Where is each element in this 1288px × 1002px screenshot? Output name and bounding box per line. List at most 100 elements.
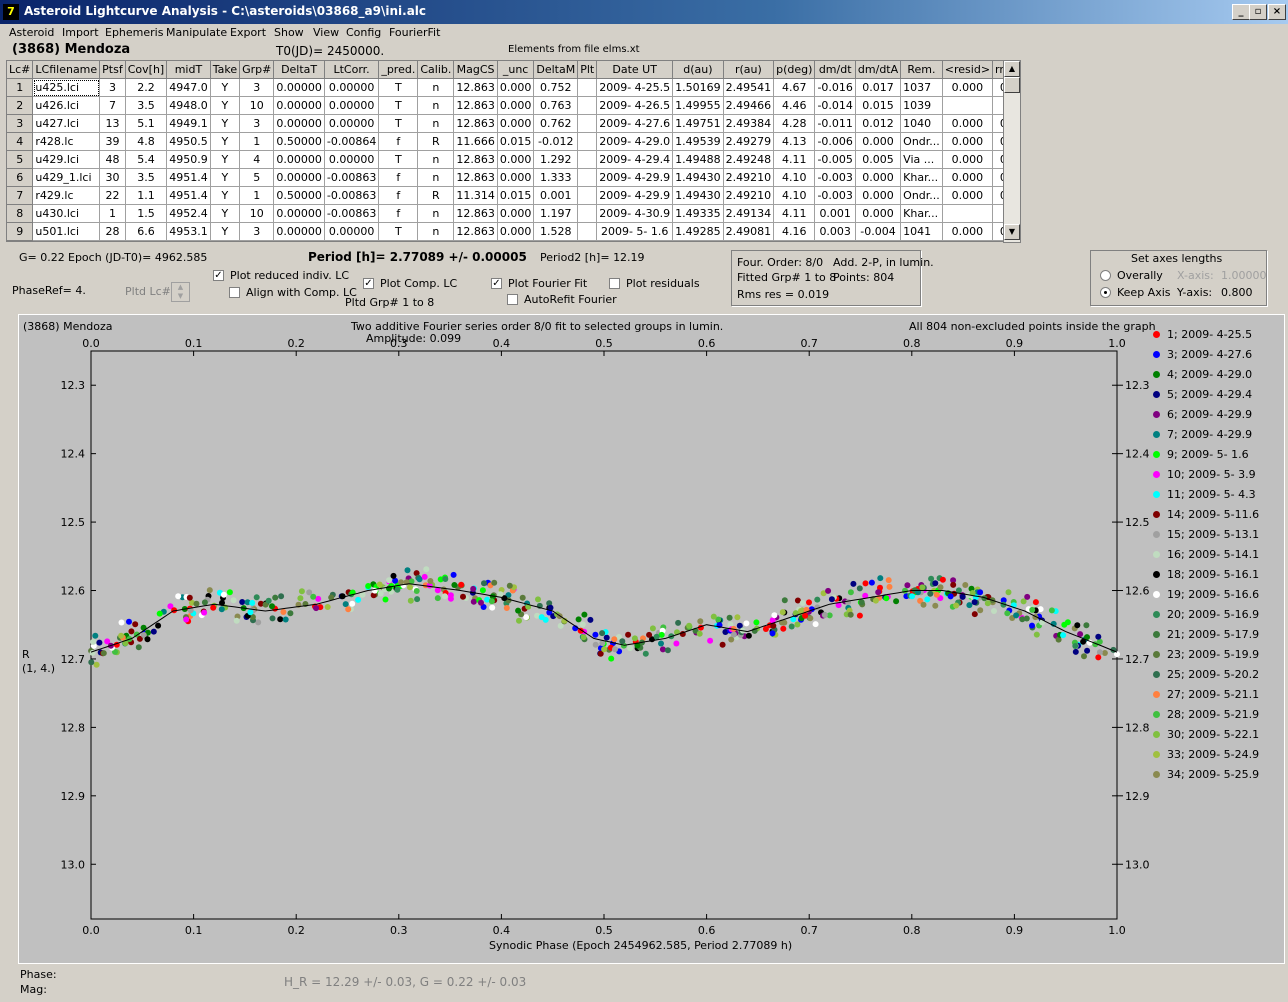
menu-ephemeris[interactable]: Ephemeris bbox=[105, 26, 163, 39]
table-cell[interactable]: 1.49430 bbox=[672, 186, 724, 205]
table-cell[interactable]: 4948.0 bbox=[166, 96, 211, 115]
table-cell[interactable]: 12.863 bbox=[453, 204, 498, 223]
plot-reduced-checkbox[interactable]: ✓ bbox=[213, 270, 224, 281]
table-cell[interactable]: 2.49384 bbox=[723, 114, 775, 133]
table-cell[interactable]: 22 bbox=[99, 186, 126, 205]
menu-asteroid[interactable]: Asteroid bbox=[9, 26, 54, 39]
table-cell[interactable]: R bbox=[417, 132, 455, 151]
table-cell[interactable]: 0.001 bbox=[814, 204, 856, 223]
table-header-cell[interactable]: d(au) bbox=[672, 61, 724, 79]
table-cell[interactable]: 2.49279 bbox=[723, 132, 775, 151]
table-cell[interactable]: 0.00000 bbox=[273, 168, 325, 187]
table-cell[interactable]: 2009- 4-26.5 bbox=[596, 96, 674, 115]
table-cell[interactable]: 39 bbox=[99, 132, 126, 151]
table-cell[interactable] bbox=[577, 150, 598, 169]
table-cell[interactable]: 4.28 bbox=[773, 114, 816, 133]
table-cell[interactable]: Y bbox=[210, 96, 241, 115]
table-cell[interactable]: 3 bbox=[239, 222, 275, 241]
table-cell[interactable]: 0.015 bbox=[855, 96, 902, 115]
table-cell[interactable]: 11.666 bbox=[453, 132, 498, 151]
table-cell[interactable]: 2.49210 bbox=[723, 168, 775, 187]
table-cell[interactable]: T bbox=[378, 150, 419, 169]
table-cell[interactable]: 13 bbox=[99, 114, 126, 133]
table-cell[interactable]: 12.863 bbox=[453, 222, 498, 241]
table-cell[interactable]: -0.00863 bbox=[324, 168, 380, 187]
table-cell[interactable]: 1040 bbox=[900, 114, 943, 133]
table-cell[interactable]: u429_1.lci bbox=[32, 168, 101, 187]
table-cell[interactable]: 2009- 4-29.0 bbox=[596, 132, 674, 151]
table-cell[interactable]: 5 bbox=[239, 168, 275, 187]
table-cell[interactable]: 4.11 bbox=[773, 150, 816, 169]
table-cell[interactable]: 1.1 bbox=[125, 186, 168, 205]
table-cell[interactable]: Y bbox=[210, 132, 241, 151]
table-cell[interactable] bbox=[942, 96, 994, 115]
table-cell[interactable]: 4947.0 bbox=[166, 78, 211, 97]
table-cell[interactable]: f bbox=[378, 204, 419, 223]
table-cell[interactable]: 4953.1 bbox=[166, 222, 211, 241]
table-cell[interactable]: Ondr... bbox=[900, 132, 943, 151]
table-cell[interactable]: 0.000 bbox=[942, 150, 994, 169]
table-cell[interactable]: 2009- 4-27.6 bbox=[596, 114, 674, 133]
table-cell[interactable]: 2009- 4-25.5 bbox=[596, 78, 674, 97]
table-cell[interactable]: 2.49466 bbox=[723, 96, 775, 115]
menu-view[interactable]: View bbox=[313, 26, 339, 39]
table-cell[interactable]: 1 bbox=[239, 186, 275, 205]
table-cell[interactable]: 3 bbox=[99, 78, 126, 97]
table-cell[interactable]: 4 bbox=[239, 150, 275, 169]
table-cell[interactable]: 5.4 bbox=[125, 150, 168, 169]
table-cell[interactable]: 0.752 bbox=[533, 78, 579, 97]
table-cell[interactable]: 0.00000 bbox=[273, 114, 325, 133]
table-cell[interactable]: 7 bbox=[99, 96, 126, 115]
table-row[interactable]: 3 u427.lci 13 5.1 4949.1 Y 3 0.00000 0.00000 Tn 12… bbox=[7, 114, 1004, 133]
table-cell[interactable]: 0.000 bbox=[942, 78, 994, 97]
table-cell[interactable]: 0.000 bbox=[497, 96, 535, 115]
table-header-cell[interactable]: dm/dtA bbox=[855, 61, 902, 79]
autorefit-checkbox[interactable] bbox=[507, 294, 518, 305]
table-cell[interactable]: 11.314 bbox=[453, 186, 498, 205]
table-cell[interactable]: 2009- 4-29.9 bbox=[596, 186, 674, 205]
table-cell[interactable]: 4.11 bbox=[773, 204, 816, 223]
table-header-cell[interactable]: Grp# bbox=[239, 61, 275, 79]
table-cell[interactable]: 4.16 bbox=[773, 222, 816, 241]
table-cell[interactable]: 4950.5 bbox=[166, 132, 211, 151]
table-cell[interactable]: Y bbox=[210, 78, 241, 97]
table-cell[interactable]: 1 bbox=[239, 132, 275, 151]
table-cell[interactable]: 4.10 bbox=[773, 186, 816, 205]
table-cell[interactable] bbox=[577, 186, 598, 205]
table-cell[interactable]: 3.5 bbox=[125, 96, 168, 115]
table-cell[interactable]: -0.006 bbox=[814, 132, 856, 151]
table-row[interactable]: 5 u429.lci 48 5.4 4950.9 Y 4 0.00000 0.00000 Tn 12… bbox=[7, 150, 1004, 169]
minimize-button[interactable]: _ bbox=[1232, 4, 1250, 20]
table-header-cell[interactable]: Plt bbox=[577, 61, 598, 79]
table-cell[interactable]: r429.lc bbox=[32, 186, 101, 205]
table-cell[interactable]: n bbox=[417, 114, 455, 133]
table-cell[interactable]: 1.292 bbox=[533, 150, 579, 169]
table-cell[interactable]: Y bbox=[210, 222, 241, 241]
menu-export[interactable]: Export bbox=[230, 26, 266, 39]
table-row[interactable]: 9 u501.lci 28 6.6 4953.1 Y 3 0.00000 0.00000 Tn 12… bbox=[7, 222, 1004, 241]
table-cell[interactable]: n bbox=[417, 150, 455, 169]
table-cell[interactable]: 0.00000 bbox=[324, 150, 380, 169]
table-cell[interactable]: n bbox=[417, 204, 455, 223]
table-cell[interactable]: 3 bbox=[239, 78, 275, 97]
table-cell[interactable]: 10 bbox=[239, 204, 275, 223]
table-row[interactable]: 8 u430.lci 1 1.5 4952.4 Y 10 0.00000 -0.00863 f n 1… bbox=[7, 204, 1004, 223]
scroll-thumb[interactable] bbox=[1004, 77, 1020, 93]
table-cell[interactable]: 1041 bbox=[900, 222, 943, 241]
table-cell[interactable]: 0.012 bbox=[855, 114, 902, 133]
table-cell[interactable]: 0.00000 bbox=[324, 114, 380, 133]
overally-radio[interactable] bbox=[1100, 270, 1111, 281]
table-row[interactable]: 2 u426.lci 7 3.5 4948.0 Y 10 0.00000 0.00000 Tn 12… bbox=[7, 96, 1004, 115]
table-row[interactable]: 6 u429_1.lci 30 3.5 4951.4 Y 5 0.00000 -0.00863 f… bbox=[7, 168, 1004, 187]
table-cell[interactable]: -0.003 bbox=[814, 186, 856, 205]
table-scrollbar[interactable]: ▲ ▼ bbox=[1003, 60, 1021, 243]
table-cell[interactable]: 0.50000 bbox=[273, 132, 325, 151]
table-cell[interactable]: 1.49430 bbox=[672, 168, 724, 187]
restore-button[interactable]: ▫ bbox=[1249, 4, 1267, 20]
table-cell[interactable]: 1.197 bbox=[533, 204, 579, 223]
table-cell[interactable]: 1.49488 bbox=[672, 150, 724, 169]
table-cell[interactable]: 0.000 bbox=[497, 78, 535, 97]
table-cell[interactable]: T bbox=[378, 78, 419, 97]
align-comp-checkbox[interactable] bbox=[229, 287, 240, 298]
table-cell[interactable]: 0.00000 bbox=[273, 96, 325, 115]
